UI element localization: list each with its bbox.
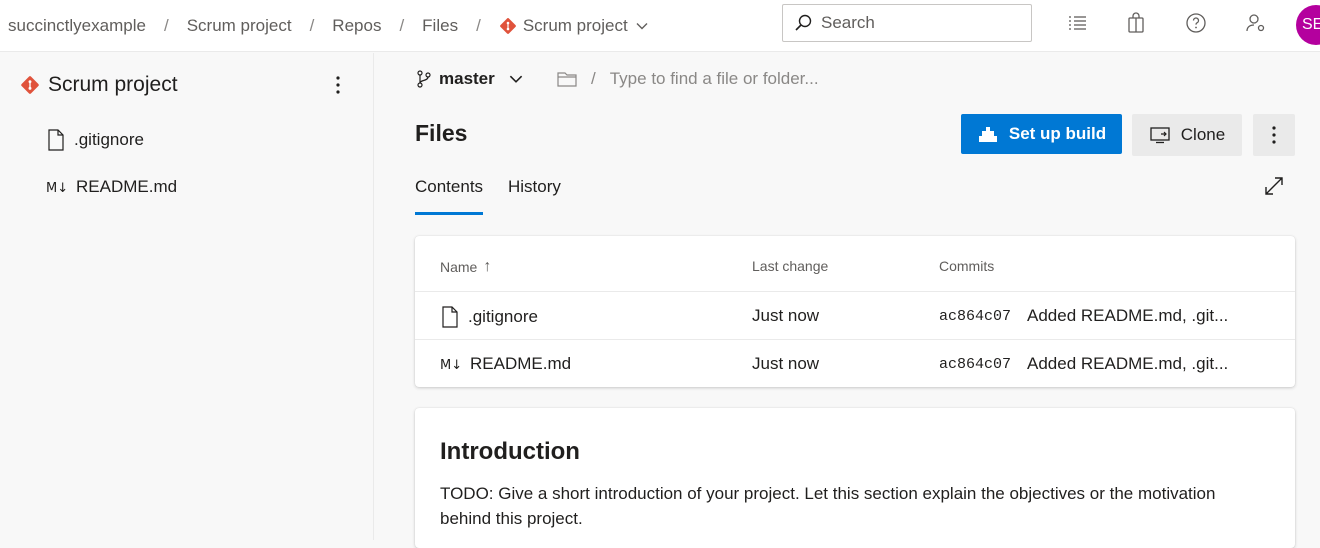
commit-cell[interactable]: ac864c07 Added README.md, .git... — [939, 306, 1228, 326]
user-settings-icon[interactable] — [1245, 12, 1267, 34]
column-header-commits: Commits — [939, 258, 995, 274]
last-change-cell: Just now — [752, 354, 820, 373]
file-icon — [442, 306, 458, 328]
top-bar: succinctlyexample / Scrum project / Repo… — [0, 0, 1320, 52]
file-name: README.md — [470, 354, 572, 373]
table-row[interactable]: M↓ README.md Just now ac864c07 Added REA… — [415, 339, 1295, 387]
main-content: master / Files Set up build Clone Conten… — [375, 53, 1320, 548]
clone-button[interactable]: Clone — [1132, 114, 1242, 156]
file-path-input[interactable] — [609, 69, 890, 89]
file-name-cell[interactable]: M↓ README.md — [440, 354, 571, 374]
branch-name: master — [439, 69, 495, 88]
clone-monitor-icon — [1150, 127, 1170, 144]
tab-contents[interactable]: Contents — [415, 177, 484, 215]
commit-message: Added README.md, .git... — [1027, 306, 1229, 325]
breadcrumb-org[interactable]: succinctlyexample — [8, 16, 146, 36]
git-repo-icon — [21, 76, 39, 94]
search-input[interactable] — [821, 13, 1011, 33]
more-actions-button[interactable] — [1253, 114, 1295, 156]
file-icon — [48, 129, 64, 151]
file-name: .gitignore — [468, 307, 538, 326]
breadcrumb-project[interactable]: Scrum project — [187, 16, 292, 36]
more-options-icon — [1272, 126, 1276, 144]
column-header-last-change: Last change — [752, 258, 829, 274]
column-header-name[interactable]: Name ↑ — [440, 258, 491, 276]
breadcrumb-separator: / — [476, 16, 481, 35]
task-list-icon[interactable] — [1066, 12, 1088, 34]
git-repo-icon — [499, 18, 516, 34]
tab-history[interactable]: History — [508, 177, 561, 215]
sidebar-repo-name: Scrum project — [48, 73, 178, 96]
path-bar: / — [557, 69, 890, 89]
folder-icon[interactable] — [557, 70, 577, 88]
sort-arrow-icon: ↑ — [483, 258, 492, 275]
path-separator: / — [591, 69, 596, 88]
readme-preview: Introduction TODO: Give a short introduc… — [415, 408, 1295, 548]
sidebar-item-gitignore[interactable]: .gitignore — [46, 129, 144, 151]
chevron-down-icon — [636, 23, 648, 30]
more-options-icon[interactable] — [326, 71, 350, 99]
files-table: Name ↑ Last change Commits .gitignore Ju… — [415, 236, 1295, 387]
sidebar-item-label: .gitignore — [74, 130, 144, 149]
breadcrumb-repos[interactable]: Repos — [332, 16, 381, 36]
expand-icon[interactable] — [1263, 175, 1285, 197]
breadcrumb-repo-selector[interactable]: Scrum project — [499, 16, 650, 36]
commit-message: Added README.md, .git... — [1027, 354, 1229, 373]
breadcrumb-separator: / — [399, 16, 405, 35]
branch-icon — [417, 70, 431, 88]
page-title: Files — [415, 120, 468, 146]
commit-hash[interactable]: ac864c07 — [939, 356, 1011, 373]
svg-text:M↓: M↓ — [46, 181, 68, 195]
readme-heading: Introduction — [440, 438, 580, 465]
breadcrumb-repo-label: Scrum project — [522, 16, 628, 35]
svg-text:M↓: M↓ — [440, 358, 462, 372]
marketplace-bag-icon[interactable] — [1125, 12, 1147, 34]
readme-body: TODO: Give a short introduction of your … — [440, 484, 1216, 528]
breadcrumb: succinctlyexample / Scrum project / Repo… — [8, 0, 650, 52]
breadcrumb-separator: / — [309, 16, 315, 35]
markdown-icon: M↓ — [440, 358, 462, 372]
file-tree-sidebar: Scrum project .gitignore M↓ README.md — [0, 53, 374, 540]
breadcrumb-files[interactable]: Files — [422, 16, 458, 36]
markdown-icon: M↓ — [46, 181, 68, 195]
chevron-down-icon — [509, 75, 522, 83]
search-icon — [795, 14, 812, 31]
help-icon[interactable] — [1185, 12, 1207, 34]
set-up-build-button[interactable]: Set up build — [961, 114, 1122, 154]
set-up-build-label: Set up build — [1008, 124, 1107, 143]
avatar[interactable]: SE — [1296, 5, 1320, 45]
sidebar-item-label: README.md — [76, 177, 178, 196]
sidebar-item-readme[interactable]: M↓ README.md — [46, 177, 177, 197]
commit-hash[interactable]: ac864c07 — [939, 308, 1011, 325]
breadcrumb-separator: / — [163, 16, 169, 35]
search-box[interactable] — [782, 4, 1032, 42]
table-row[interactable]: .gitignore Just now ac864c07 Added READM… — [415, 291, 1295, 339]
clone-label: Clone — [1180, 125, 1226, 144]
file-name-cell[interactable]: .gitignore — [440, 306, 538, 328]
build-pipeline-icon — [978, 127, 997, 142]
branch-selector[interactable]: master — [415, 69, 525, 89]
last-change-cell: Just now — [752, 306, 820, 325]
commit-cell[interactable]: ac864c07 Added README.md, .git... — [939, 354, 1228, 374]
column-header-name-label: Name — [440, 259, 478, 275]
sidebar-repo-title[interactable]: Scrum project — [20, 73, 178, 97]
